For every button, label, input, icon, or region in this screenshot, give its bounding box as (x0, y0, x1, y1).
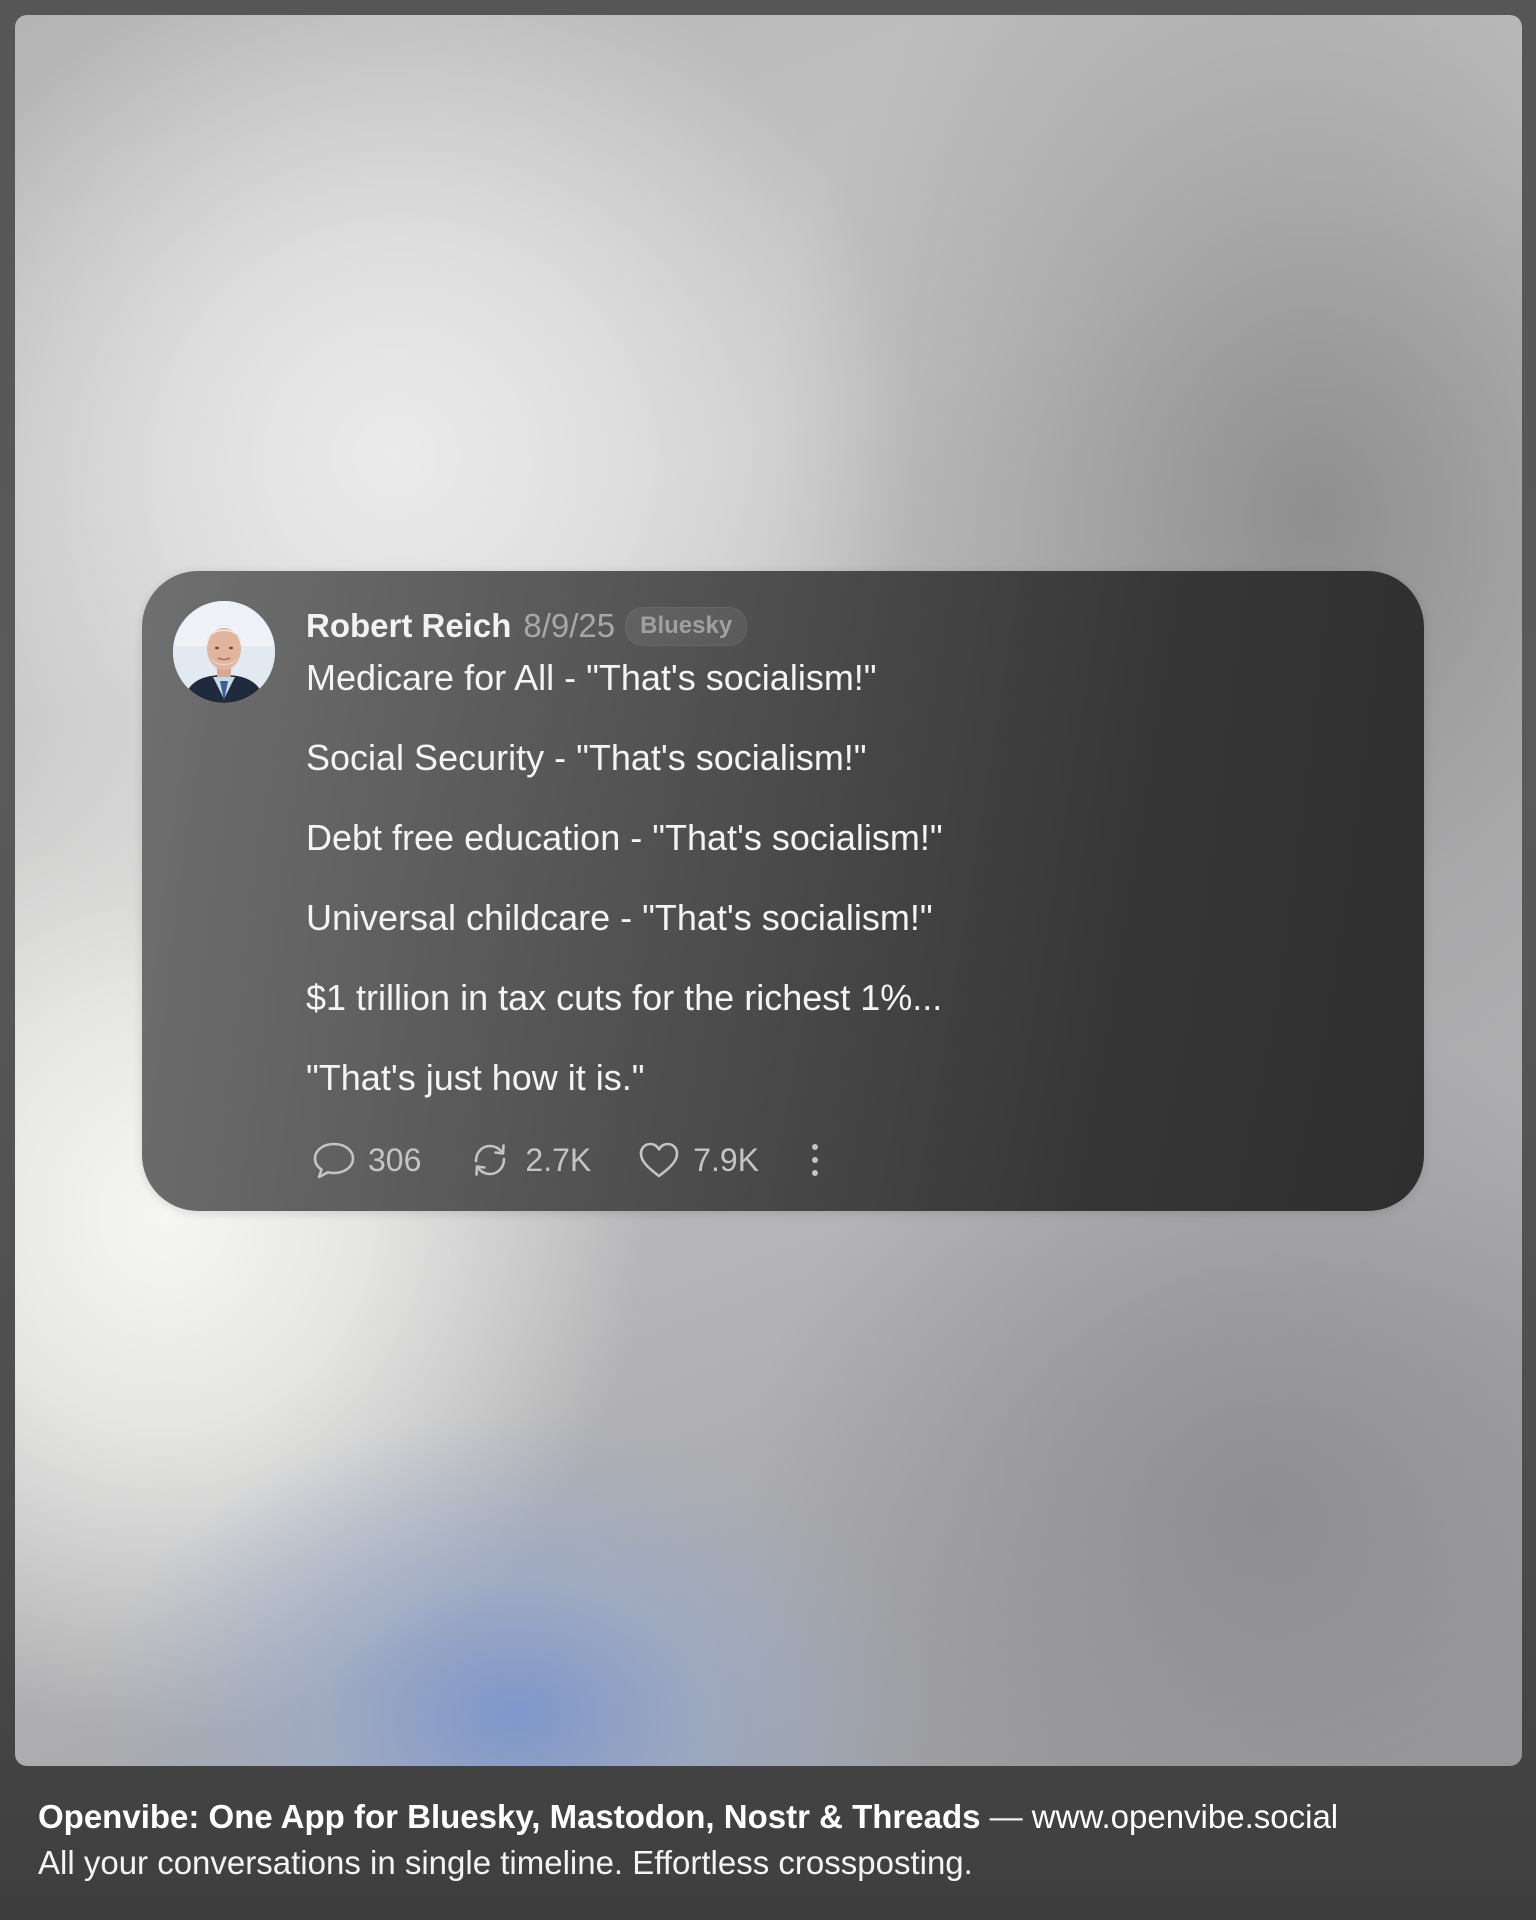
avatar[interactable] (173, 601, 275, 703)
like-count: 7.9K (693, 1141, 760, 1178)
post-body: Medicare for All - "That's socialism!" S… (306, 655, 1306, 1135)
post-text-line: Social Security - "That's socialism!" (306, 737, 867, 778)
footer-tagline: All your conversations in single timelin… (38, 1844, 973, 1881)
post-text-line: "That's just how it is." (306, 1057, 645, 1098)
repost-button[interactable]: 2.7K (467, 1139, 591, 1181)
post-card[interactable]: Robert Reich 8/9/25 Bluesky Medicare for… (142, 571, 1424, 1211)
post-actions: 306 2.7K 7.9K (312, 1137, 825, 1183)
repost-count: 2.7K (525, 1141, 592, 1178)
footer-headline: Openvibe: One App for Bluesky, Mastodon,… (38, 1795, 1508, 1839)
promo-footer: Openvibe: One App for Bluesky, Mastodon,… (38, 1795, 1508, 1885)
post-text-line: Debt free education - "That's socialism!… (306, 817, 943, 858)
platform-badge: Bluesky (625, 606, 748, 646)
like-button[interactable]: 7.9K (637, 1140, 759, 1180)
vertical-dots-icon (812, 1144, 819, 1176)
reply-button[interactable]: 306 (312, 1140, 421, 1180)
heart-icon (639, 1142, 679, 1178)
footer-title: Openvibe: One App for Bluesky, Mastodon,… (38, 1798, 981, 1835)
post-date[interactable]: 8/9/25 (523, 607, 615, 645)
post-text-line: Medicare for All - "That's socialism!" (306, 657, 877, 698)
background-frame: Robert Reich 8/9/25 Bluesky Medicare for… (15, 15, 1522, 1766)
speech-bubble-icon (313, 1142, 355, 1179)
footer-separator: — (980, 1798, 1032, 1835)
repost-arrows-icon (475, 1144, 506, 1176)
post-text-line: Universal childcare - "That's socialism!… (306, 897, 933, 938)
reply-count: 306 (368, 1141, 422, 1178)
footer-url-link[interactable]: www.openvibe.social (1032, 1798, 1338, 1835)
avatar-image (173, 601, 275, 703)
more-options-button[interactable] (805, 1137, 825, 1183)
post-header: Robert Reich 8/9/25 Bluesky (306, 604, 748, 648)
author-name[interactable]: Robert Reich (306, 607, 511, 645)
post-text-line: $1 trillion in tax cuts for the richest … (306, 977, 943, 1018)
